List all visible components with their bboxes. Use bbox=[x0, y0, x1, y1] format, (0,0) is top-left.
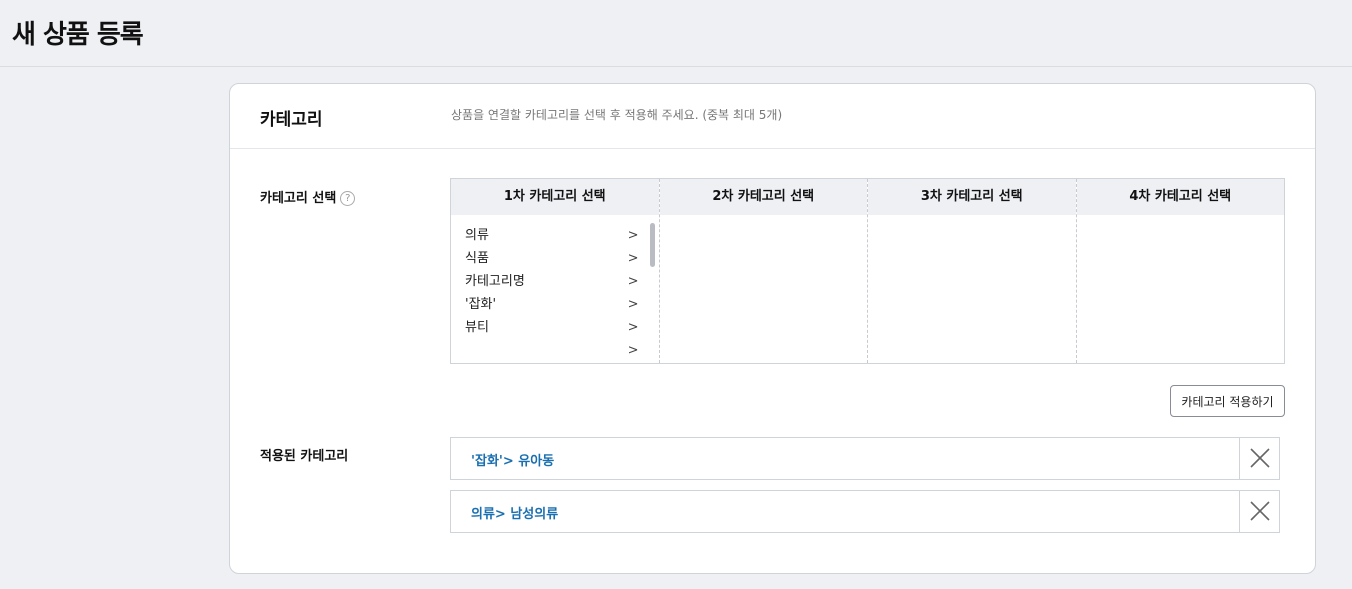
applied-category-path: '잡화'> 유아동 bbox=[471, 454, 555, 469]
applied-category-item: '잡화'> 유아동 bbox=[450, 437, 1280, 480]
category-item[interactable]: 뷰티 > bbox=[451, 316, 659, 339]
category-item[interactable]: 의류 > bbox=[451, 224, 659, 247]
category-item-label: 의류 bbox=[465, 228, 489, 243]
applied-category-item: 의류> 남성의류 bbox=[450, 490, 1280, 533]
chevron-right-icon: > bbox=[627, 274, 639, 289]
help-icon[interactable]: ? bbox=[340, 191, 356, 206]
chevron-right-icon: > bbox=[627, 297, 639, 312]
close-icon bbox=[1250, 448, 1270, 468]
section-title: 카테고리 bbox=[260, 110, 323, 130]
page-title: 새 상품 등록 bbox=[12, 20, 144, 50]
category-item[interactable]: 식품 > bbox=[451, 247, 659, 270]
category-card: 카테고리 상품을 연결할 카테고리를 선택 후 적용해 주세요. (중복 최대 … bbox=[229, 83, 1316, 574]
chevron-right-icon: > bbox=[627, 343, 639, 358]
applied-categories-label: 적용된 카테고리 bbox=[260, 449, 349, 464]
category-item-label: 카테고리명 bbox=[465, 274, 525, 289]
category-item[interactable]: > bbox=[451, 339, 659, 362]
section-description: 상품을 연결할 카테고리를 선택 후 적용해 주세요. (중복 최대 5개) bbox=[451, 108, 783, 122]
category-select-label-text: 카테고리 선택 bbox=[260, 191, 337, 206]
applied-category-path: 의류> 남성의류 bbox=[471, 507, 559, 522]
scrollbar[interactable] bbox=[649, 223, 655, 267]
category-list: 의류 > 식품 > 카테고리명 > '잡화' > 뷰티 > > bbox=[451, 215, 659, 362]
chevron-right-icon: > bbox=[627, 228, 639, 243]
chevron-right-icon: > bbox=[627, 251, 639, 266]
category-column-header: 2차 카테고리 선택 bbox=[659, 179, 867, 215]
category-column-header: 3차 카테고리 선택 bbox=[868, 179, 1076, 215]
page-header: 새 상품 등록 bbox=[0, 0, 1352, 67]
card-header: 카테고리 상품을 연결할 카테고리를 선택 후 적용해 주세요. (중복 최대 … bbox=[230, 84, 1315, 149]
apply-category-button[interactable]: 카테고리 적용하기 bbox=[1170, 385, 1285, 417]
category-picker: 1차 카테고리 선택 의류 > 식품 > 카테고리명 > '잡화' > 뷰티 >… bbox=[450, 178, 1285, 364]
category-column-2: 2차 카테고리 선택 bbox=[659, 179, 868, 363]
category-item-label: 뷰티 bbox=[465, 320, 489, 335]
remove-category-button[interactable] bbox=[1239, 438, 1279, 479]
category-column-1: 1차 카테고리 선택 의류 > 식품 > 카테고리명 > '잡화' > 뷰티 >… bbox=[451, 179, 660, 363]
category-item[interactable]: 카테고리명 > bbox=[451, 270, 659, 293]
category-item[interactable]: '잡화' > bbox=[451, 293, 659, 316]
category-item-label: '잡화' bbox=[465, 297, 497, 312]
close-icon bbox=[1250, 501, 1270, 521]
category-column-3: 3차 카테고리 선택 bbox=[868, 179, 1077, 363]
category-item-label: 식품 bbox=[465, 251, 489, 266]
category-column-header: 4차 카테고리 선택 bbox=[1076, 179, 1284, 215]
category-column-4: 4차 카테고리 선택 bbox=[1076, 179, 1284, 363]
category-select-label: 카테고리 선택? bbox=[260, 187, 356, 206]
remove-category-button[interactable] bbox=[1239, 491, 1279, 532]
chevron-right-icon: > bbox=[627, 320, 639, 335]
category-column-header: 1차 카테고리 선택 bbox=[451, 179, 659, 215]
